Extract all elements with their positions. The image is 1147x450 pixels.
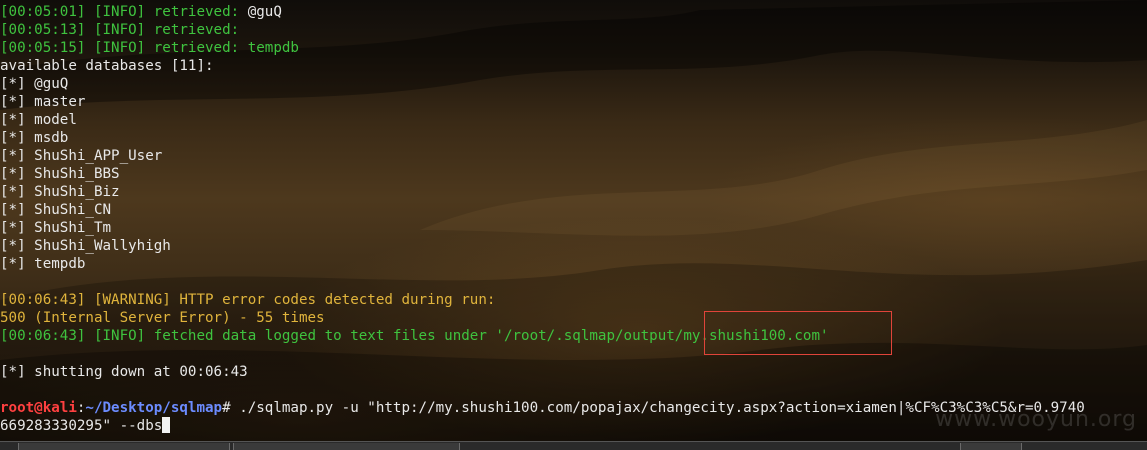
- database-name: ShuShi_Biz: [34, 184, 120, 200]
- database-item: [*] ShuShi_CN: [0, 201, 1085, 219]
- blank-line: [0, 345, 1085, 363]
- database-name: ShuShi_CN: [34, 202, 112, 218]
- log-value: @guQ: [247, 4, 282, 20]
- database-item: [*] ShuShi_Wallyhigh: [0, 237, 1085, 255]
- bullet: [*]: [0, 112, 26, 128]
- bullet: [*]: [0, 256, 26, 272]
- highlight-box: [704, 311, 892, 355]
- log-message: retrieved:: [145, 40, 248, 56]
- database-name: ShuShi_Tm: [34, 220, 112, 236]
- shutdown-line: [*] shutting down at 00:06:43: [0, 363, 1085, 381]
- database-name: msdb: [34, 130, 69, 146]
- log-level: [INFO]: [93, 4, 146, 20]
- command-continuation[interactable]: 669283330295" --dbs: [0, 417, 1085, 435]
- database-name: ShuShi_Wallyhigh: [34, 238, 171, 254]
- bullet: [*]: [0, 166, 26, 182]
- database-item: [*] tempdb: [0, 255, 1085, 273]
- log-level: [INFO]: [93, 22, 146, 38]
- fetched-line: [00:06:43] [INFO] fetched data logged to…: [0, 327, 1085, 345]
- watermark: www.wooyun.org: [935, 407, 1137, 432]
- bullet: [*]: [0, 94, 26, 110]
- log-message: retrieved:: [145, 22, 240, 38]
- terminal-window[interactable]: [00:05:01] [INFO] retrieved: @guQ [00:05…: [0, 0, 1147, 441]
- log-timestamp: [00:05:15]: [0, 40, 86, 56]
- log-line: [00:05:01] [INFO] retrieved: @guQ: [0, 3, 1085, 21]
- bullet: [*]: [0, 220, 26, 236]
- shutdown-message: shutting down at 00:06:43: [25, 364, 248, 380]
- database-name: master: [34, 94, 86, 110]
- database-item: [*] msdb: [0, 129, 1085, 147]
- database-name: @guQ: [34, 76, 69, 92]
- database-item: [*] master: [0, 93, 1085, 111]
- prompt-user: root@kali: [0, 400, 77, 416]
- log-value: tempdb: [247, 40, 299, 56]
- database-name: tempdb: [34, 256, 86, 272]
- log-timestamp: [00:06:43]: [0, 292, 86, 308]
- command-text[interactable]: 669283330295" --dbs: [0, 418, 162, 434]
- log-line: [00:05:15] [INFO] retrieved: tempdb: [0, 39, 1085, 57]
- log-level: [INFO]: [93, 40, 146, 56]
- bullet: [*]: [0, 238, 26, 254]
- database-item: [*] ShuShi_BBS: [0, 165, 1085, 183]
- prompt-path: ~/Desktop/sqlmap: [85, 400, 223, 416]
- database-item: [*] @guQ: [0, 75, 1085, 93]
- bullet: [*]: [0, 148, 26, 164]
- database-item: [*] ShuShi_APP_User: [0, 147, 1085, 165]
- log-level: [WARNING]: [93, 292, 171, 308]
- log-timestamp: [00:05:13]: [0, 22, 86, 38]
- bullet: [*]: [0, 202, 26, 218]
- database-item: [*] ShuShi_Biz: [0, 183, 1085, 201]
- database-item: [*] ShuShi_Tm: [0, 219, 1085, 237]
- warning-line: [00:06:43] [WARNING] HTTP error codes de…: [0, 291, 1085, 309]
- text-cursor: [162, 417, 171, 433]
- database-name: ShuShi_APP_User: [34, 148, 163, 164]
- log-message: HTTP error codes detected during run:: [170, 292, 496, 308]
- databases-header: available databases [11]:: [0, 58, 214, 74]
- bullet: [*]: [0, 364, 26, 380]
- database-name: model: [34, 112, 77, 128]
- database-name: ShuShi_BBS: [34, 166, 120, 182]
- command-prompt[interactable]: root@kali:~/Desktop/sqlmap# ./sqlmap.py …: [0, 399, 1085, 417]
- bullet: [*]: [0, 184, 26, 200]
- log-timestamp: [00:05:01]: [0, 4, 86, 20]
- blank-line: [0, 273, 1085, 291]
- error-summary: 500 (Internal Server Error) - 55 times: [0, 310, 325, 326]
- log-timestamp: [00:06:43]: [0, 328, 86, 344]
- blank-line: [0, 381, 1085, 399]
- log-level: [INFO]: [93, 328, 146, 344]
- log-message: retrieved:: [145, 4, 248, 20]
- log-line: [00:05:13] [INFO] retrieved:: [0, 21, 1085, 39]
- database-item: [*] model: [0, 111, 1085, 129]
- bullet: [*]: [0, 76, 26, 92]
- terminal-output: [00:05:01] [INFO] retrieved: @guQ [00:05…: [0, 3, 1085, 435]
- bullet: [*]: [0, 130, 26, 146]
- prompt-symbol: #: [222, 400, 240, 416]
